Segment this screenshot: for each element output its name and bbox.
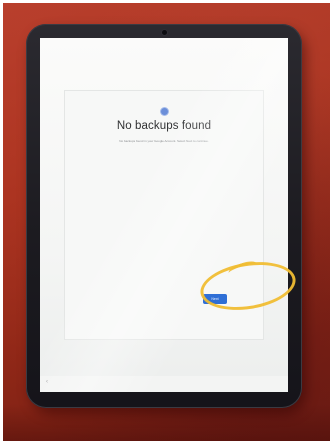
backup-icon xyxy=(161,108,168,115)
back-chevron-icon[interactable]: ‹ xyxy=(46,379,48,385)
page-title: No backups found xyxy=(116,120,212,132)
tablet-screen: No backups found No backups found in you… xyxy=(40,38,288,392)
navigation-bar: ‹ xyxy=(40,376,288,392)
tablet-device: No backups found No backups found in you… xyxy=(26,24,302,408)
page-subtitle: No backups found in your Google Account.… xyxy=(119,139,209,143)
front-camera-icon xyxy=(162,30,167,35)
